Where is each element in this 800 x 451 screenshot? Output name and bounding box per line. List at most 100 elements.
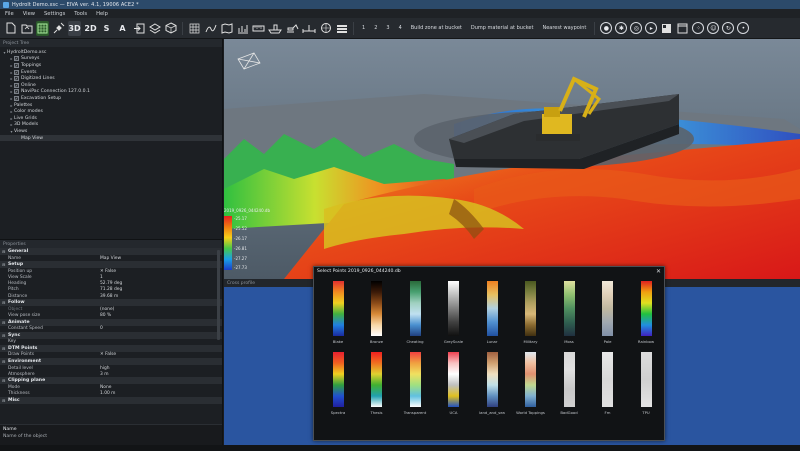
property-value[interactable]: ✕ False (100, 269, 222, 274)
property-value[interactable]: 1.00 m (100, 391, 222, 396)
palette-swatch[interactable] (525, 281, 536, 336)
map-icon[interactable] (220, 21, 233, 36)
property-value[interactable]: 39.68 m (100, 294, 222, 299)
palette-option[interactable]: UCA (438, 352, 470, 415)
property-section[interactable]: ⊟ Misc (0, 396, 222, 404)
property-row[interactable]: View Scale 1 (0, 274, 222, 280)
palette-swatch[interactable] (563, 352, 575, 407)
tree-item[interactable]: ▾ HydroltDemo.xsc (0, 49, 222, 56)
property-row[interactable]: View pose size 80 % (0, 312, 222, 318)
property-row[interactable]: Distance 39.68 m (0, 293, 222, 299)
property-section[interactable]: ⊟ Sync (0, 331, 222, 339)
property-row[interactable]: Heading 52.79 deg (0, 281, 222, 287)
window-icon[interactable] (676, 21, 689, 36)
property-section[interactable]: ⊟ Follow (0, 299, 222, 307)
palette-swatch[interactable] (332, 352, 344, 407)
map-view-3d[interactable] (224, 39, 800, 279)
excavator-icon[interactable] (285, 21, 299, 36)
target-icon[interactable]: ◎ (630, 22, 643, 34)
cube-icon[interactable] (164, 21, 177, 36)
step-4-button[interactable]: 4 (396, 21, 405, 36)
property-value[interactable]: Map View (100, 256, 222, 261)
property-section[interactable]: ⊟ Animate (0, 318, 222, 326)
palette-option[interactable]: BadGood (553, 352, 585, 415)
palette-option[interactable]: Blake (322, 281, 354, 344)
property-row[interactable]: Name Map View (0, 255, 222, 261)
nearest-waypoint-button[interactable]: Nearest waypoint (539, 21, 589, 36)
dump-material-button[interactable]: Dump material at bucket (468, 21, 537, 36)
layer-stack-icon[interactable] (335, 21, 348, 36)
palette-swatch[interactable] (371, 352, 382, 407)
menu-file[interactable]: File (5, 11, 14, 17)
palette-swatch[interactable] (409, 352, 421, 407)
s-mode-button[interactable]: S (100, 21, 113, 36)
property-row[interactable]: Constant Speed 0 (0, 326, 222, 332)
tree-item[interactable]: ▸ Color modes (0, 108, 222, 115)
grid-icon[interactable] (188, 21, 201, 36)
satellite-icon[interactable] (52, 21, 65, 36)
property-section[interactable]: ⊟ Clipping plane (0, 377, 222, 385)
record-icon[interactable]: ● (600, 22, 613, 34)
properties-scrollbar[interactable] (217, 250, 220, 340)
tree-item[interactable]: ▸ ✓ Excavation Setup (0, 95, 222, 102)
property-value[interactable]: ✕ False (100, 352, 222, 357)
online-grid-icon[interactable] (36, 20, 49, 36)
property-row[interactable]: Thickness 1.00 m (0, 391, 222, 397)
palette-option[interactable]: Military (515, 281, 547, 344)
visibility-checkbox[interactable]: ✓ (14, 82, 19, 88)
tree-item[interactable]: ▸ Live Grids (0, 115, 222, 122)
visibility-checkbox[interactable]: ✓ (14, 56, 19, 62)
tree-item[interactable]: ▸ Palettes (0, 102, 222, 109)
tree-item[interactable]: ▸ ✓ NaviPac Connection 127.0.0.1 (0, 89, 222, 96)
vessel-icon[interactable] (268, 21, 282, 36)
property-value[interactable]: 0 (100, 326, 222, 331)
tree-item[interactable]: ▸ ✓ Surveys (0, 56, 222, 63)
property-row[interactable]: Atmosphere 3 m (0, 371, 222, 377)
tree-item[interactable]: ▸ ✓ Digitized Lines (0, 75, 222, 82)
close-icon[interactable]: ✕ (656, 268, 661, 275)
property-row[interactable]: Mode None (0, 384, 222, 390)
palette-option[interactable]: TPU (630, 352, 662, 415)
palette-swatch[interactable] (602, 281, 613, 336)
view-2d-button[interactable]: 2D (84, 21, 97, 36)
tree-item[interactable]: ▸ ✓ Toppings (0, 62, 222, 69)
tree-item[interactable]: ▸ 3D Models (0, 122, 222, 129)
ruler-icon[interactable] (252, 21, 265, 36)
tree-item[interactable]: ▸ ✓ Online (0, 82, 222, 89)
palette-swatch[interactable] (448, 281, 459, 336)
view-3d-button[interactable]: 3D (68, 20, 81, 36)
visibility-checkbox[interactable]: ✓ (14, 69, 19, 75)
layers-icon[interactable] (148, 21, 161, 36)
palette-swatch[interactable] (332, 281, 344, 336)
menu-settings[interactable]: Settings (44, 11, 65, 17)
property-value[interactable]: 3 m (100, 372, 222, 377)
more-icon[interactable]: • (737, 22, 750, 34)
tree-item[interactable]: ▾ Views (0, 128, 222, 135)
palette-option[interactable]: Cheating (399, 281, 431, 344)
palette-icon[interactable] (660, 21, 673, 36)
step-2-button[interactable]: 2 (371, 21, 380, 36)
property-row[interactable]: Position up ✕ False (0, 268, 222, 274)
visibility-checkbox[interactable]: ✓ (14, 95, 19, 101)
property-row[interactable]: Detail level high (0, 365, 222, 371)
palette-swatch[interactable] (371, 281, 382, 336)
palette-option[interactable]: Fm (592, 352, 624, 415)
property-row[interactable]: Pitch 71.28 deg (0, 287, 222, 293)
step-3-button[interactable]: 3 (383, 21, 392, 36)
dots-icon[interactable]: ⁘ (692, 22, 705, 34)
palette-option[interactable]: Spectra (322, 352, 354, 415)
palette-option[interactable]: Bronze (361, 281, 393, 344)
property-value[interactable]: 52.79 deg (100, 281, 222, 286)
property-value[interactable]: 71.28 deg (100, 287, 222, 292)
property-value[interactable]: None (100, 385, 222, 390)
palette-option[interactable]: GreyScale (438, 281, 470, 344)
palette-swatch[interactable] (640, 352, 652, 407)
menu-view[interactable]: View (23, 11, 35, 17)
refresh-icon[interactable]: ↻ (722, 22, 735, 34)
property-section[interactable]: ⊟ Setup (0, 261, 222, 269)
palette-option[interactable]: Moss (553, 281, 585, 344)
settings-icon[interactable]: ✱ (615, 22, 628, 34)
property-value[interactable]: high (100, 366, 222, 371)
palette-swatch[interactable] (640, 281, 652, 336)
palette-option[interactable]: Pale (592, 281, 624, 344)
